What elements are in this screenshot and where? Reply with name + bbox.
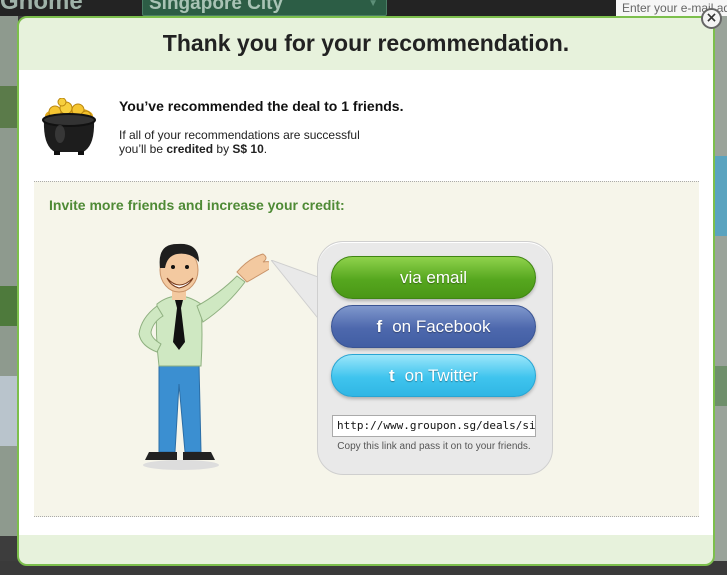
credited-word: credited <box>166 142 214 156</box>
city-selector-label: Singapore City <box>149 0 284 14</box>
twitter-button-label: on Twitter <box>404 366 479 385</box>
share-on-twitter-button[interactable]: t on Twitter <box>331 354 536 397</box>
facebook-icon: f <box>376 317 383 336</box>
pot-of-gold-icon <box>42 98 96 155</box>
background-left-column <box>0 16 18 561</box>
background-band <box>0 536 18 561</box>
recommendation-modal: Thank you for your recommendation. You’v… <box>17 16 715 566</box>
share-bubble: via email f on Facebook t on Twitter http:… <box>317 241 553 475</box>
invite-title: Invite more friends and increase your cr… <box>49 197 345 213</box>
speech-bubble-tail <box>271 260 321 323</box>
chevron-down-icon: ▼ <box>368 0 378 9</box>
credit-suffix: . <box>263 142 268 156</box>
share-link-help: Copy this link and pass it on to your fr… <box>337 441 531 452</box>
modal-title: Thank you for your recommendation. <box>162 30 570 56</box>
credit-amount-line: you’ll be credited by S$ 10. <box>119 142 267 156</box>
background-brand: Gnome <box>0 0 83 15</box>
share-on-facebook-button[interactable]: f on Facebook <box>331 305 536 348</box>
facebook-button-label: on Facebook <box>392 317 491 336</box>
twitter-icon: t <box>388 366 395 385</box>
share-link-field[interactable]: http://www.groupon.sg/deals/singa <box>332 415 536 437</box>
credit-condition: If all of your recommendations are succe… <box>119 128 360 142</box>
modal-body: You’ve recommended the deal to 1 friends… <box>19 70 713 535</box>
city-selector[interactable]: Singapore City ▼ <box>142 0 387 16</box>
background-band <box>0 286 18 326</box>
invite-section: Invite more friends and increase your cr… <box>34 181 699 517</box>
close-icon[interactable]: × <box>701 8 722 29</box>
share-via-email-button[interactable]: via email <box>331 256 536 299</box>
credit-prefix: you’ll be <box>119 142 167 156</box>
background-band <box>0 376 18 446</box>
credit-amount: S$ 10 <box>232 142 264 156</box>
recommended-count: You’ve recommended the deal to 1 friends… <box>119 98 404 114</box>
mascot-illustration <box>138 243 269 470</box>
credit-by: by <box>213 142 233 156</box>
background-band <box>0 86 18 128</box>
